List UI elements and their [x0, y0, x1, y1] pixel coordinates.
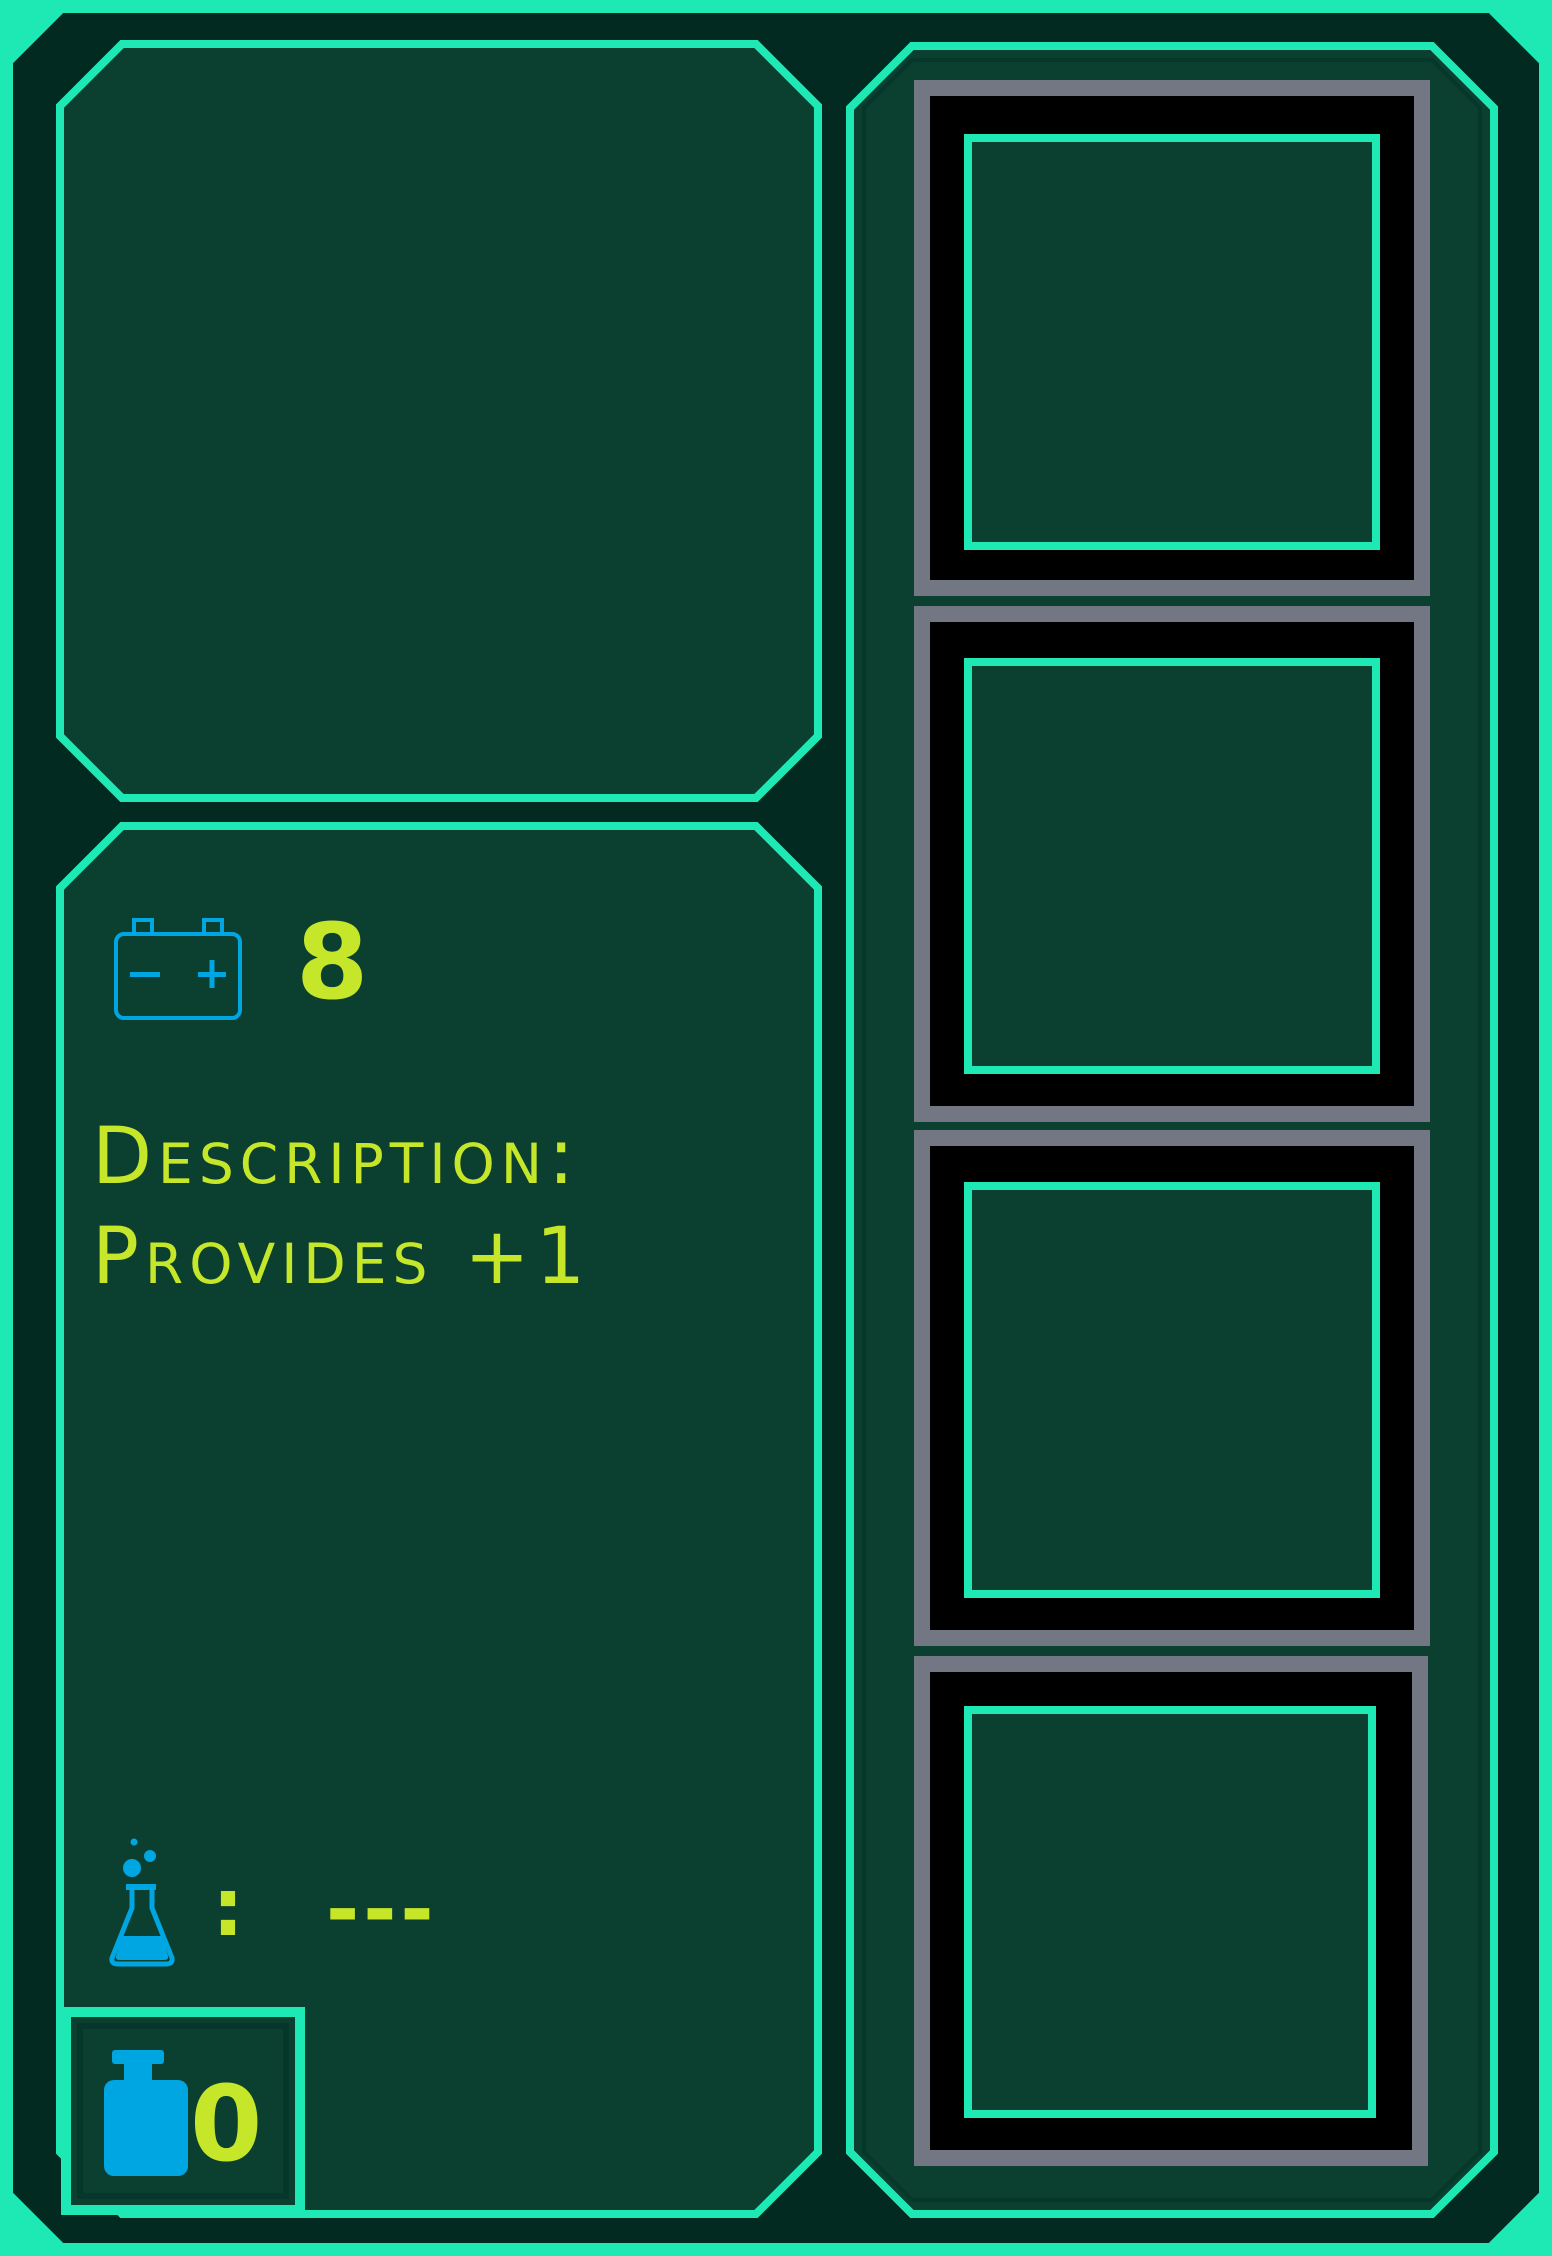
module-card: 8 Description: Provides +1 : --- 0: [0, 0, 1552, 2256]
slot-2[interactable]: [914, 606, 1430, 1122]
battery-icon: [114, 918, 242, 1020]
description-label: Description:: [92, 1112, 581, 1202]
slot-1[interactable]: [914, 80, 1430, 596]
description-text: Provides +1: [92, 1212, 592, 1302]
weight-icon: [104, 2050, 188, 2176]
research-value: ---: [326, 1863, 438, 1956]
energy-value: 8: [296, 901, 369, 1023]
image-panel: [56, 40, 822, 802]
mass-value: 0: [190, 2063, 263, 2185]
slot-3[interactable]: [914, 1130, 1430, 1646]
research-separator: :: [212, 1861, 244, 1954]
info-panel: [56, 822, 822, 2218]
slot-4[interactable]: [914, 1656, 1428, 2166]
flask-icon: [109, 1838, 175, 1967]
